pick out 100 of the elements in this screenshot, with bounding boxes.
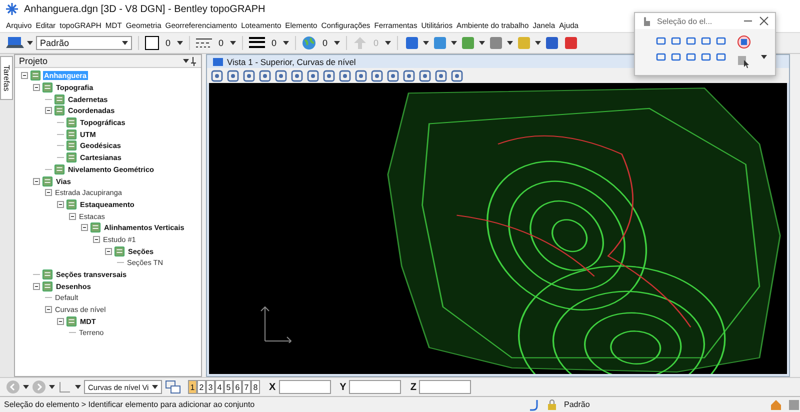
caret-icon[interactable] (75, 385, 81, 389)
view-tool-icon[interactable] (227, 70, 239, 82)
coordinate-field[interactable] (419, 380, 472, 394)
view-tool-icon[interactable] (339, 70, 351, 82)
transparency-value[interactable]: 0 (319, 38, 331, 48)
view-tool-icon[interactable] (435, 70, 447, 82)
view-number-button[interactable]: 7 (242, 380, 251, 394)
line-style-icon[interactable] (196, 37, 212, 49)
window-icon[interactable] (788, 398, 800, 410)
tree-node-icon (42, 269, 53, 280)
line-weight-icon[interactable] (249, 37, 265, 49)
caret-icon[interactable] (27, 41, 33, 45)
collapse-toggle[interactable] (33, 282, 40, 290)
caret-icon[interactable] (230, 41, 236, 45)
color-swatch[interactable] (145, 36, 159, 50)
caret-icon[interactable] (535, 41, 541, 45)
view-number-button[interactable]: 8 (251, 380, 260, 394)
tree-node-icon (114, 246, 125, 257)
hook-icon[interactable] (528, 398, 540, 410)
tree-node-icon (54, 94, 65, 105)
view-number-button[interactable]: 1 (188, 380, 197, 394)
selection-tool-icon[interactable] (715, 35, 727, 47)
tree-node-icon (66, 198, 77, 210)
tool-icon[interactable] (544, 35, 560, 51)
select-all-icon[interactable] (737, 35, 751, 49)
view-number-button[interactable]: 3 (206, 380, 215, 394)
selection-tool-icon[interactable] (685, 51, 697, 63)
caret-icon[interactable] (283, 41, 289, 45)
pin-icon[interactable] (183, 56, 197, 66)
globe-icon[interactable] (302, 36, 316, 50)
selection-tool-icon[interactable] (700, 35, 712, 47)
tree-node-icon (30, 70, 41, 82)
house-icon[interactable] (770, 398, 782, 410)
line-weight-value[interactable]: 0 (268, 38, 280, 48)
selection-tool-icon[interactable] (670, 51, 682, 63)
laptop-icon[interactable] (6, 36, 24, 50)
caret-icon[interactable] (49, 385, 55, 389)
tree-node-icon (42, 176, 53, 187)
selection-tool-icon[interactable] (655, 51, 667, 63)
app-logo-icon (6, 3, 18, 15)
view-tool-icon[interactable] (403, 70, 415, 82)
view-tool-icon[interactable] (387, 70, 399, 82)
view-tool-icon[interactable] (291, 70, 303, 82)
caret-icon[interactable] (177, 41, 183, 45)
view-tool-icon[interactable] (243, 70, 255, 82)
lock-icon[interactable] (546, 398, 558, 410)
windows-icon[interactable] (165, 380, 181, 394)
tree-node-icon (66, 140, 77, 152)
window-title: Anhanguera.dgn [3D - V8 DGN] - Bentley topoGRAPH (24, 4, 266, 14)
selection-tool-icon[interactable] (670, 35, 682, 47)
caret-icon[interactable] (334, 41, 340, 45)
collapse-toggle[interactable] (45, 107, 52, 114)
panel-title: Projeto (19, 56, 48, 66)
tool-icon[interactable] (563, 35, 579, 51)
view-tool-icon[interactable] (275, 70, 287, 82)
tree-node-icon (54, 105, 65, 116)
view-tool-icon[interactable] (419, 70, 431, 82)
selection-tool-icon[interactable] (715, 51, 727, 63)
selection-tool-icon[interactable] (655, 35, 667, 47)
coordinate-label: X (269, 382, 276, 392)
hand-icon (641, 15, 651, 27)
view-window-icon (213, 58, 223, 66)
view-tool-icon[interactable] (371, 70, 383, 82)
coordinate-label: Y (340, 382, 346, 392)
coordinate-field[interactable] (349, 380, 402, 394)
caret-icon[interactable] (479, 41, 485, 45)
pointer-icon[interactable] (737, 55, 751, 69)
view-number-button[interactable]: 6 (233, 380, 242, 394)
view-number-button[interactable]: 2 (197, 380, 206, 394)
side-tab[interactable]: Tarefas (0, 56, 13, 100)
caret-icon[interactable] (423, 41, 429, 45)
view-tool-icon[interactable] (323, 70, 335, 82)
dialog-title: Seleção do el... (657, 16, 714, 26)
close-icon[interactable] (759, 16, 769, 26)
level-dropdown[interactable]: Padrão (36, 36, 132, 50)
view-tool-icon[interactable] (355, 70, 367, 82)
view-tool-icon[interactable] (211, 70, 223, 82)
tree-node-icon (66, 316, 77, 327)
caret-icon (152, 385, 158, 389)
caret-icon[interactable] (507, 41, 513, 45)
tool-icon[interactable] (404, 35, 420, 51)
tree-node-icon (90, 222, 101, 234)
status-level: Padrão (564, 400, 591, 409)
view-tool-icon[interactable] (307, 70, 319, 82)
caret-icon[interactable] (761, 55, 767, 59)
status-message: Seleção do elemento > Identificar elemento para adicionar ao conjunto (4, 400, 255, 409)
selection-tool-icon[interactable] (685, 35, 697, 47)
view-number-button[interactable]: 4 (215, 380, 224, 394)
coordinate-field[interactable] (278, 380, 331, 394)
tree-node-icon (54, 164, 65, 175)
selection-tool-icon[interactable] (700, 51, 712, 63)
coordinate-label: Z (410, 382, 416, 392)
caret-icon[interactable] (451, 41, 457, 45)
line-style-value[interactable]: 0 (215, 38, 227, 48)
caret-icon[interactable] (23, 385, 29, 389)
view-tool-icon[interactable] (259, 70, 271, 82)
view-tool-icon[interactable] (451, 70, 463, 82)
color-value[interactable]: 0 (162, 38, 174, 48)
caret-icon[interactable] (385, 41, 391, 45)
view-number-button[interactable]: 5 (224, 380, 233, 394)
